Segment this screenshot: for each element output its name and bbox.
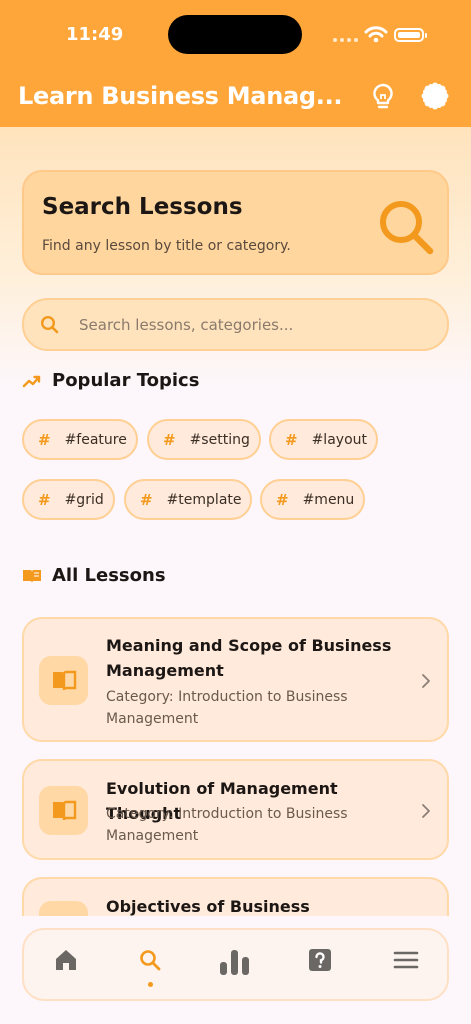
search-card-subtitle: Find any lesson by title or category. <box>42 238 291 254</box>
search-card-title: Search Lessons <box>42 194 243 220</box>
search-icon <box>40 315 59 334</box>
hash-icon: # <box>276 490 289 509</box>
stats-icon <box>220 950 249 975</box>
book-icon <box>52 670 76 690</box>
book-icon <box>52 800 76 820</box>
tag-chip-layout[interactable]: # #layout <box>269 419 378 460</box>
lesson-category: Category: Introduction to Business Manag… <box>106 689 348 727</box>
status-time: 11:49 <box>66 24 124 45</box>
tag-label: #setting <box>189 431 250 448</box>
tag-label: #grid <box>64 491 104 508</box>
chevron-right-icon <box>422 804 430 818</box>
lightbulb-icon[interactable] <box>370 82 396 112</box>
lesson-card[interactable]: Meaning and Scope of Business Management… <box>22 617 449 742</box>
lesson-title: Objectives of Business Organizations <box>106 897 310 916</box>
battery-icon <box>394 28 427 42</box>
trending-up-icon <box>22 375 41 387</box>
lesson-title: Meaning and Scope of Business Management <box>106 636 392 680</box>
home-icon <box>56 950 76 970</box>
wifi-icon <box>364 26 388 43</box>
tag-chip-setting[interactable]: # #setting <box>147 419 261 460</box>
nav-help[interactable] <box>300 948 340 984</box>
all-lessons-heading: All Lessons <box>22 565 166 586</box>
nav-home[interactable] <box>46 948 86 984</box>
search-icon <box>140 950 161 971</box>
search-bar[interactable] <box>22 298 449 351</box>
hash-icon: # <box>38 430 51 449</box>
search-lessons-card: Search Lessons Find any lesson by title … <box>22 170 449 275</box>
help-icon <box>309 949 331 971</box>
tag-chip-grid[interactable]: # #grid <box>22 479 115 520</box>
tag-label: #template <box>166 491 242 508</box>
settings-gear-icon[interactable] <box>421 82 449 110</box>
magnifier-icon <box>380 201 434 255</box>
tag-chip-feature[interactable]: # #feature <box>22 419 138 460</box>
open-book-icon <box>23 569 41 583</box>
all-lessons-title: All Lessons <box>52 565 166 586</box>
lesson-card[interactable]: Evolution of Management Thought Category… <box>22 759 449 860</box>
bottom-navigation <box>22 928 449 1001</box>
nav-menu[interactable] <box>386 948 426 984</box>
lesson-icon-box <box>39 786 88 835</box>
nav-search[interactable] <box>130 948 170 984</box>
search-input[interactable] <box>79 314 419 336</box>
dynamic-island <box>168 15 302 54</box>
menu-icon <box>393 951 419 969</box>
popular-topics-heading: Popular Topics <box>22 370 199 391</box>
tag-chip-template[interactable]: # #template <box>124 479 252 520</box>
cellular-signal-icon <box>333 38 358 42</box>
lesson-list-clip: Objectives of Business Organizations <box>0 876 471 916</box>
tag-label: #layout <box>311 431 367 448</box>
hash-icon: # <box>140 490 153 509</box>
active-indicator <box>148 982 153 987</box>
chevron-right-icon <box>422 674 430 688</box>
tag-label: #menu <box>302 491 355 508</box>
tag-label: #feature <box>64 431 127 448</box>
lesson-category: Category: Introduction to Business Manag… <box>106 806 348 844</box>
lesson-icon-box <box>39 901 88 916</box>
hash-icon: # <box>163 430 176 449</box>
app-title: Learn Business Manag... <box>18 82 343 110</box>
lesson-card[interactable]: Objectives of Business Organizations <box>22 877 449 916</box>
tag-chip-menu[interactable]: # #menu <box>260 479 365 520</box>
lesson-icon-box <box>39 656 88 705</box>
nav-stats[interactable] <box>215 948 255 984</box>
hash-icon: # <box>38 490 51 509</box>
hash-icon: # <box>285 430 298 449</box>
popular-topics-title: Popular Topics <box>52 370 200 391</box>
